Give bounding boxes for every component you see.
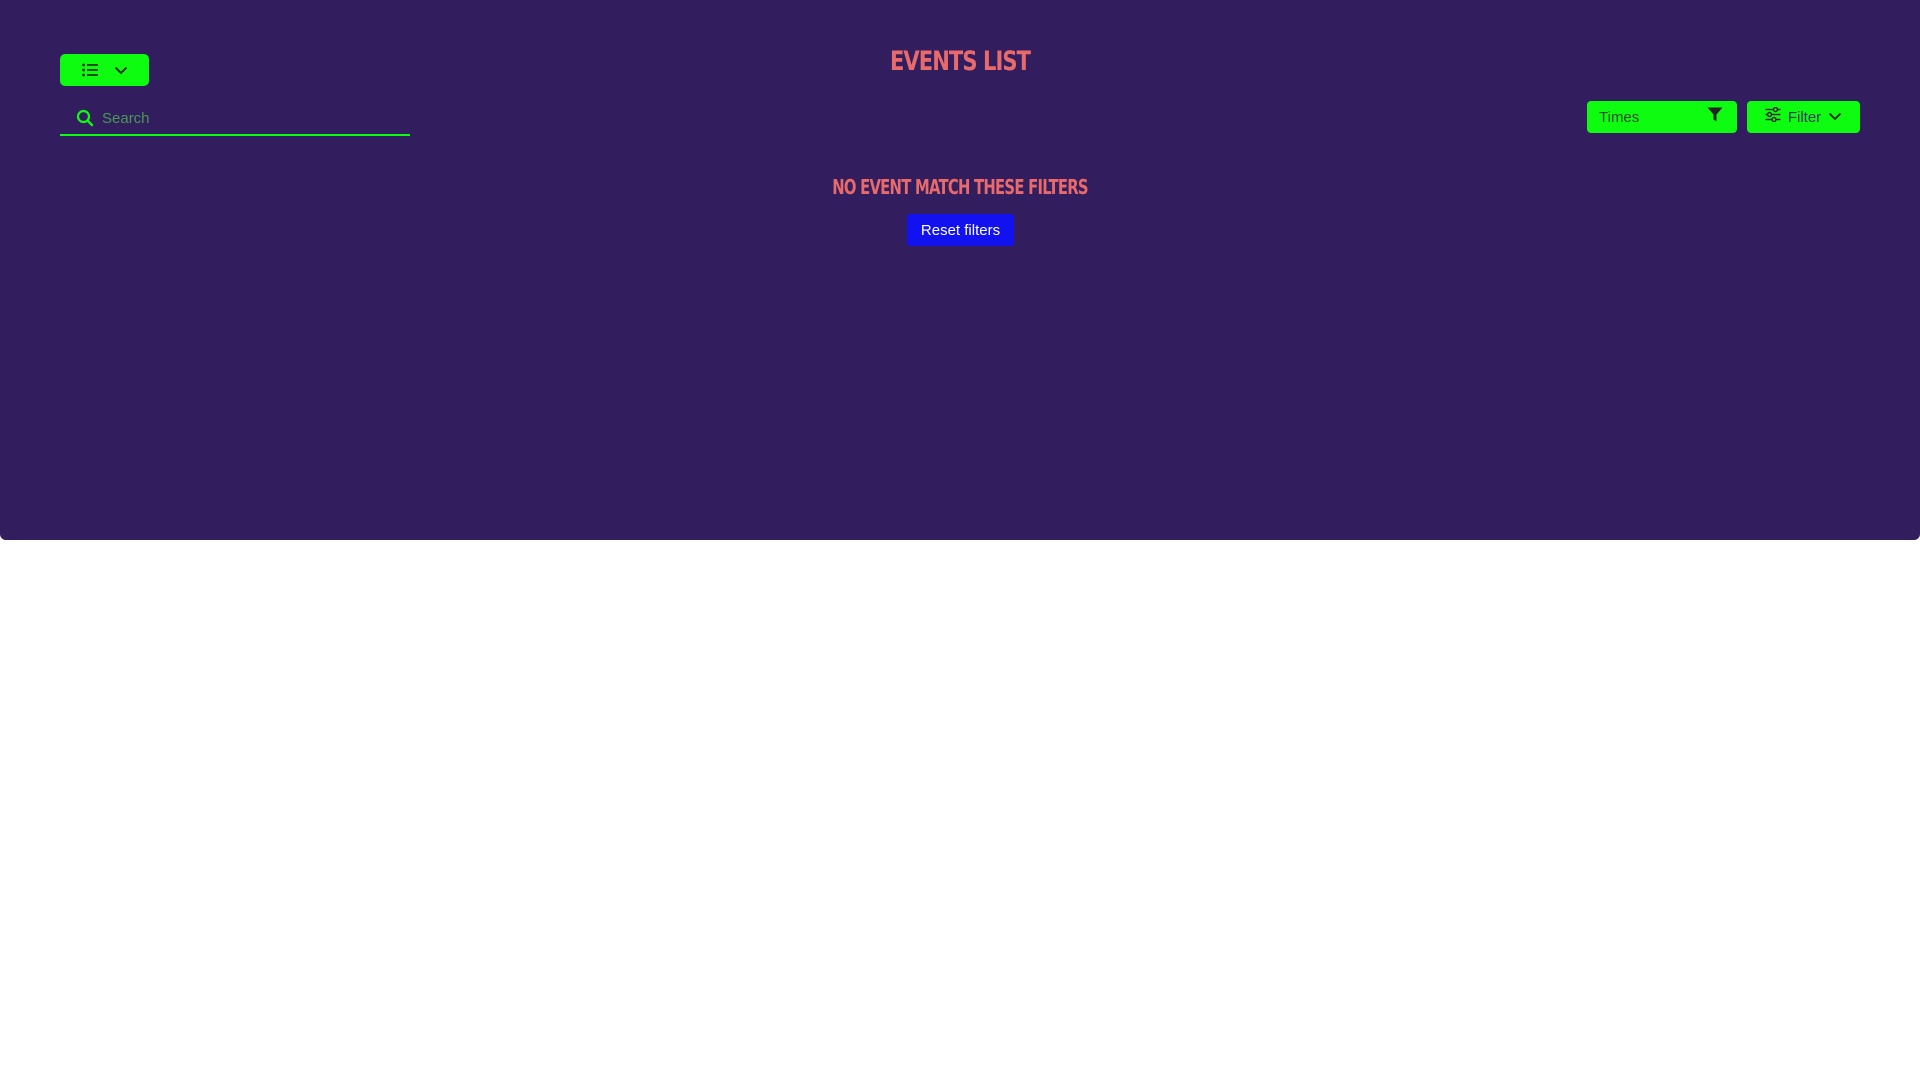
empty-state-message: NO EVENT MATCH THESE FILTERS: [832, 175, 1088, 199]
filter-button-label: Filter: [1787, 108, 1822, 126]
view-mode-dropdown[interactable]: [60, 54, 149, 86]
search-field[interactable]: [60, 102, 410, 136]
times-select-label: Times: [1599, 108, 1640, 126]
chevron-down-icon: [1828, 108, 1842, 126]
search-icon: [76, 109, 94, 127]
chevron-down-icon: [114, 66, 128, 75]
sliders-icon: [1765, 106, 1781, 127]
times-select[interactable]: Times: [1587, 101, 1737, 133]
list-icon: [81, 63, 98, 77]
funnel-icon: [1707, 107, 1723, 127]
filter-dropdown-button[interactable]: Filter: [1747, 101, 1860, 133]
search-input[interactable]: [102, 104, 402, 132]
events-panel: EVENTS LIST Times: [0, 0, 1920, 540]
reset-filters-button[interactable]: Reset filters: [907, 214, 1014, 246]
page-title: EVENTS LIST: [889, 46, 1031, 77]
